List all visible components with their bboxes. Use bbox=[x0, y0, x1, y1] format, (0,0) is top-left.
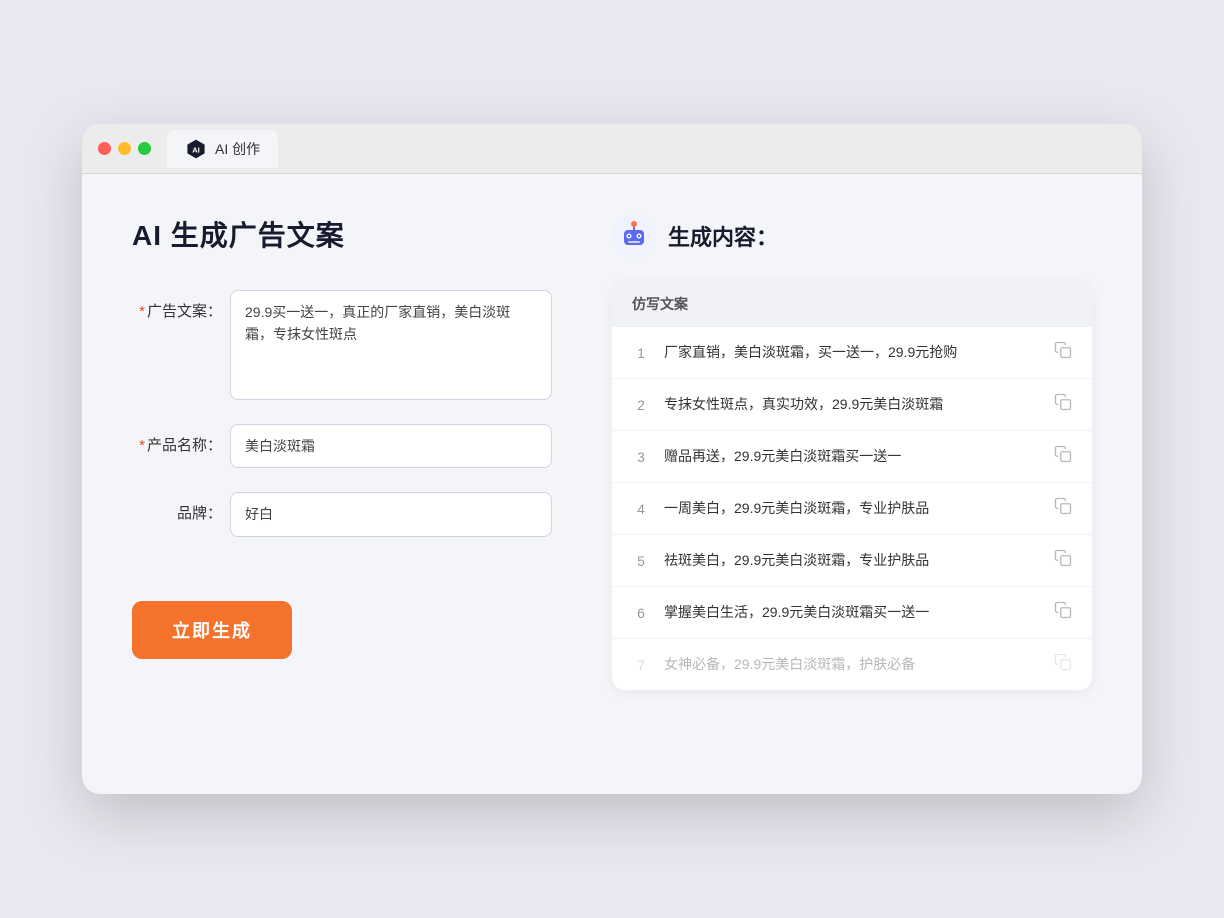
copy-icon[interactable] bbox=[1054, 393, 1072, 416]
result-header: 生成内容： bbox=[612, 214, 1092, 258]
row-number: 4 bbox=[632, 501, 650, 517]
generate-button[interactable]: 立即生成 bbox=[132, 601, 292, 659]
copy-icon[interactable] bbox=[1054, 601, 1072, 624]
table-row: 6 掌握美白生活，29.9元美白淡斑霜买一送一 bbox=[612, 587, 1092, 639]
row-number: 3 bbox=[632, 449, 650, 465]
required-star-ad: * bbox=[139, 303, 145, 320]
minimize-button[interactable] bbox=[118, 142, 131, 155]
row-text: 赠品再送，29.9元美白淡斑霜买一送一 bbox=[664, 446, 1040, 467]
maximize-button[interactable] bbox=[138, 142, 151, 155]
table-header: 仿写文案 bbox=[612, 282, 1092, 327]
row-number: 6 bbox=[632, 605, 650, 621]
table-row: 2 专抹女性斑点，真实功效，29.9元美白淡斑霜 bbox=[612, 379, 1092, 431]
table-row: 7 女神必备，29.9元美白淡斑霜，护肤必备 bbox=[612, 639, 1092, 690]
form-row-product-name: *产品名称： bbox=[132, 424, 552, 468]
table-row: 1 厂家直销，美白淡斑霜，买一送一，29.9元抢购 bbox=[612, 327, 1092, 379]
copy-icon[interactable] bbox=[1054, 549, 1072, 572]
product-name-input[interactable] bbox=[230, 424, 552, 468]
result-table: 仿写文案 1 厂家直销，美白淡斑霜，买一送一，29.9元抢购 2 专抹女性斑点，真实功… bbox=[612, 282, 1092, 690]
copy-icon[interactable] bbox=[1054, 445, 1072, 468]
row-text: 一周美白，29.9元美白淡斑霜，专业护肤品 bbox=[664, 498, 1040, 519]
title-bar: AI AI 创作 bbox=[82, 124, 1142, 174]
row-text: 祛斑美白，29.9元美白淡斑霜，专业护肤品 bbox=[664, 550, 1040, 571]
row-number: 1 bbox=[632, 345, 650, 361]
copy-icon[interactable] bbox=[1054, 341, 1072, 364]
ad-copy-label: *广告文案： bbox=[132, 290, 222, 321]
browser-window: AI AI 创作 AI 生成广告文案 *广告文案： 29.9买一送一，真正的厂家… bbox=[82, 124, 1142, 794]
robot-icon bbox=[612, 214, 656, 258]
main-content: AI 生成广告文案 *广告文案： 29.9买一送一，真正的厂家直销，美白淡斑霜，… bbox=[82, 174, 1142, 794]
row-number: 2 bbox=[632, 397, 650, 413]
result-title: 生成内容： bbox=[668, 220, 778, 252]
row-text: 厂家直销，美白淡斑霜，买一送一，29.9元抢购 bbox=[664, 342, 1040, 363]
left-panel: AI 生成广告文案 *广告文案： 29.9买一送一，真正的厂家直销，美白淡斑霜，… bbox=[132, 214, 552, 754]
brand-input[interactable] bbox=[230, 492, 552, 536]
ai-icon: AI bbox=[185, 138, 207, 160]
traffic-lights bbox=[98, 142, 151, 155]
form-row-ad-copy: *广告文案： 29.9买一送一，真正的厂家直销，美白淡斑霜，专抹女性斑点 bbox=[132, 290, 552, 400]
close-button[interactable] bbox=[98, 142, 111, 155]
row-text: 掌握美白生活，29.9元美白淡斑霜买一送一 bbox=[664, 602, 1040, 623]
row-text: 专抹女性斑点，真实功效，29.9元美白淡斑霜 bbox=[664, 394, 1040, 415]
form-row-brand: 品牌： bbox=[132, 492, 552, 536]
copy-icon[interactable] bbox=[1054, 653, 1072, 676]
svg-text:AI: AI bbox=[192, 145, 200, 154]
required-star-product: * bbox=[139, 437, 145, 454]
row-text: 女神必备，29.9元美白淡斑霜，护肤必备 bbox=[664, 654, 1040, 675]
ad-copy-input[interactable]: 29.9买一送一，真正的厂家直销，美白淡斑霜，专抹女性斑点 bbox=[230, 290, 552, 400]
tab-label: AI 创作 bbox=[215, 139, 260, 159]
result-rows-container: 1 厂家直销，美白淡斑霜，买一送一，29.9元抢购 2 专抹女性斑点，真实功效，29.… bbox=[612, 327, 1092, 690]
row-number: 5 bbox=[632, 553, 650, 569]
right-panel: 生成内容： 仿写文案 1 厂家直销，美白淡斑霜，买一送一，29.9元抢购 2 专抹女性… bbox=[612, 214, 1092, 754]
table-row: 4 一周美白，29.9元美白淡斑霜，专业护肤品 bbox=[612, 483, 1092, 535]
table-row: 5 祛斑美白，29.9元美白淡斑霜，专业护肤品 bbox=[612, 535, 1092, 587]
product-name-label: *产品名称： bbox=[132, 424, 222, 455]
brand-label: 品牌： bbox=[132, 492, 222, 523]
table-row: 3 赠品再送，29.9元美白淡斑霜买一送一 bbox=[612, 431, 1092, 483]
copy-icon[interactable] bbox=[1054, 497, 1072, 520]
ai-tab[interactable]: AI AI 创作 bbox=[167, 130, 278, 168]
row-number: 7 bbox=[632, 657, 650, 673]
page-title: AI 生成广告文案 bbox=[132, 214, 552, 254]
